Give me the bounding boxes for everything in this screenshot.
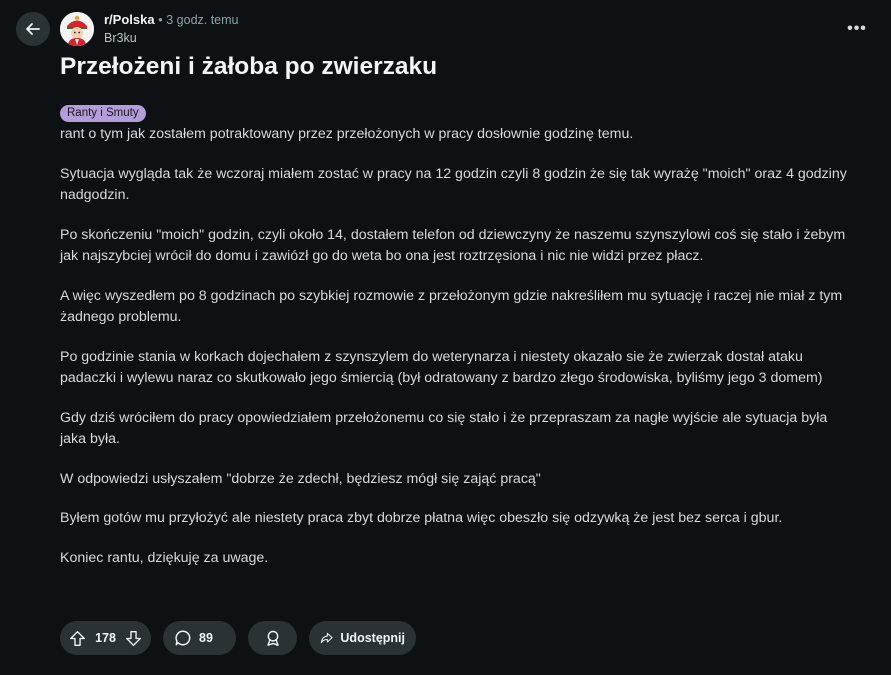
- vote-control: 178: [60, 621, 151, 655]
- award-button[interactable]: [248, 621, 297, 655]
- body-paragraph: Po skończeniu "moich" godzin, czyli okoł…: [60, 226, 846, 265]
- share-button[interactable]: Udostępnij: [309, 621, 416, 655]
- post-time: 3 godz. temu: [166, 13, 239, 27]
- post-actions: 178 89 Udostępnij: [60, 621, 416, 655]
- more-options-icon: •••: [847, 20, 867, 37]
- award-icon: [266, 630, 279, 646]
- post-title: Przełożeni i żałoba po zwierzaku: [60, 53, 438, 80]
- author-name[interactable]: Br3ku: [104, 31, 137, 45]
- arrow-down-icon: [126, 630, 141, 646]
- comments-count: 89: [199, 631, 213, 645]
- subreddit-name[interactable]: r/Polska: [104, 12, 155, 27]
- avatar-illustration: [60, 12, 94, 46]
- body-paragraph: W odpowiedzi usłyszałem "dobrze że zdech…: [60, 470, 541, 487]
- body-paragraph: Koniec rantu, dziękuję za uwage.: [60, 549, 269, 566]
- upvote-button[interactable]: [69, 630, 86, 647]
- post-body: rant o tym jak zostałem potraktowany prz…: [60, 124, 850, 587]
- share-arrow-icon: [320, 632, 333, 644]
- body-paragraph: Po godzinie stania w korkach dojechałem …: [60, 348, 823, 387]
- post-flair[interactable]: Ranty i Smuty: [60, 105, 146, 122]
- comments-button[interactable]: 89: [163, 621, 236, 655]
- body-paragraph: Sytuacja wygląda tak że wczoraj miałem z…: [60, 165, 847, 204]
- body-paragraph: Gdy dziś wróciłem do pracy opowiedziałem…: [60, 409, 828, 448]
- post-meta: r/Polska • 3 godz. temu: [104, 12, 239, 27]
- arrow-up-icon: [70, 630, 85, 646]
- more-options-button[interactable]: •••: [842, 14, 872, 44]
- body-paragraph: A więc wyszedłem po 8 godzinach po szybk…: [60, 287, 843, 326]
- arrow-left-icon: [26, 23, 40, 35]
- vote-score: 178: [95, 631, 116, 645]
- share-label: Udostępnij: [340, 631, 405, 645]
- back-button[interactable]: [16, 12, 50, 46]
- downvote-button[interactable]: [125, 630, 142, 647]
- body-paragraph: rant o tym jak zostałem potraktowany prz…: [60, 126, 634, 142]
- body-paragraph: Byłem gotów mu przyłożyć ale niestety pr…: [60, 510, 783, 526]
- subreddit-avatar[interactable]: [60, 12, 94, 46]
- meta-separator: •: [158, 13, 163, 27]
- speech-bubble-icon: [175, 630, 191, 646]
